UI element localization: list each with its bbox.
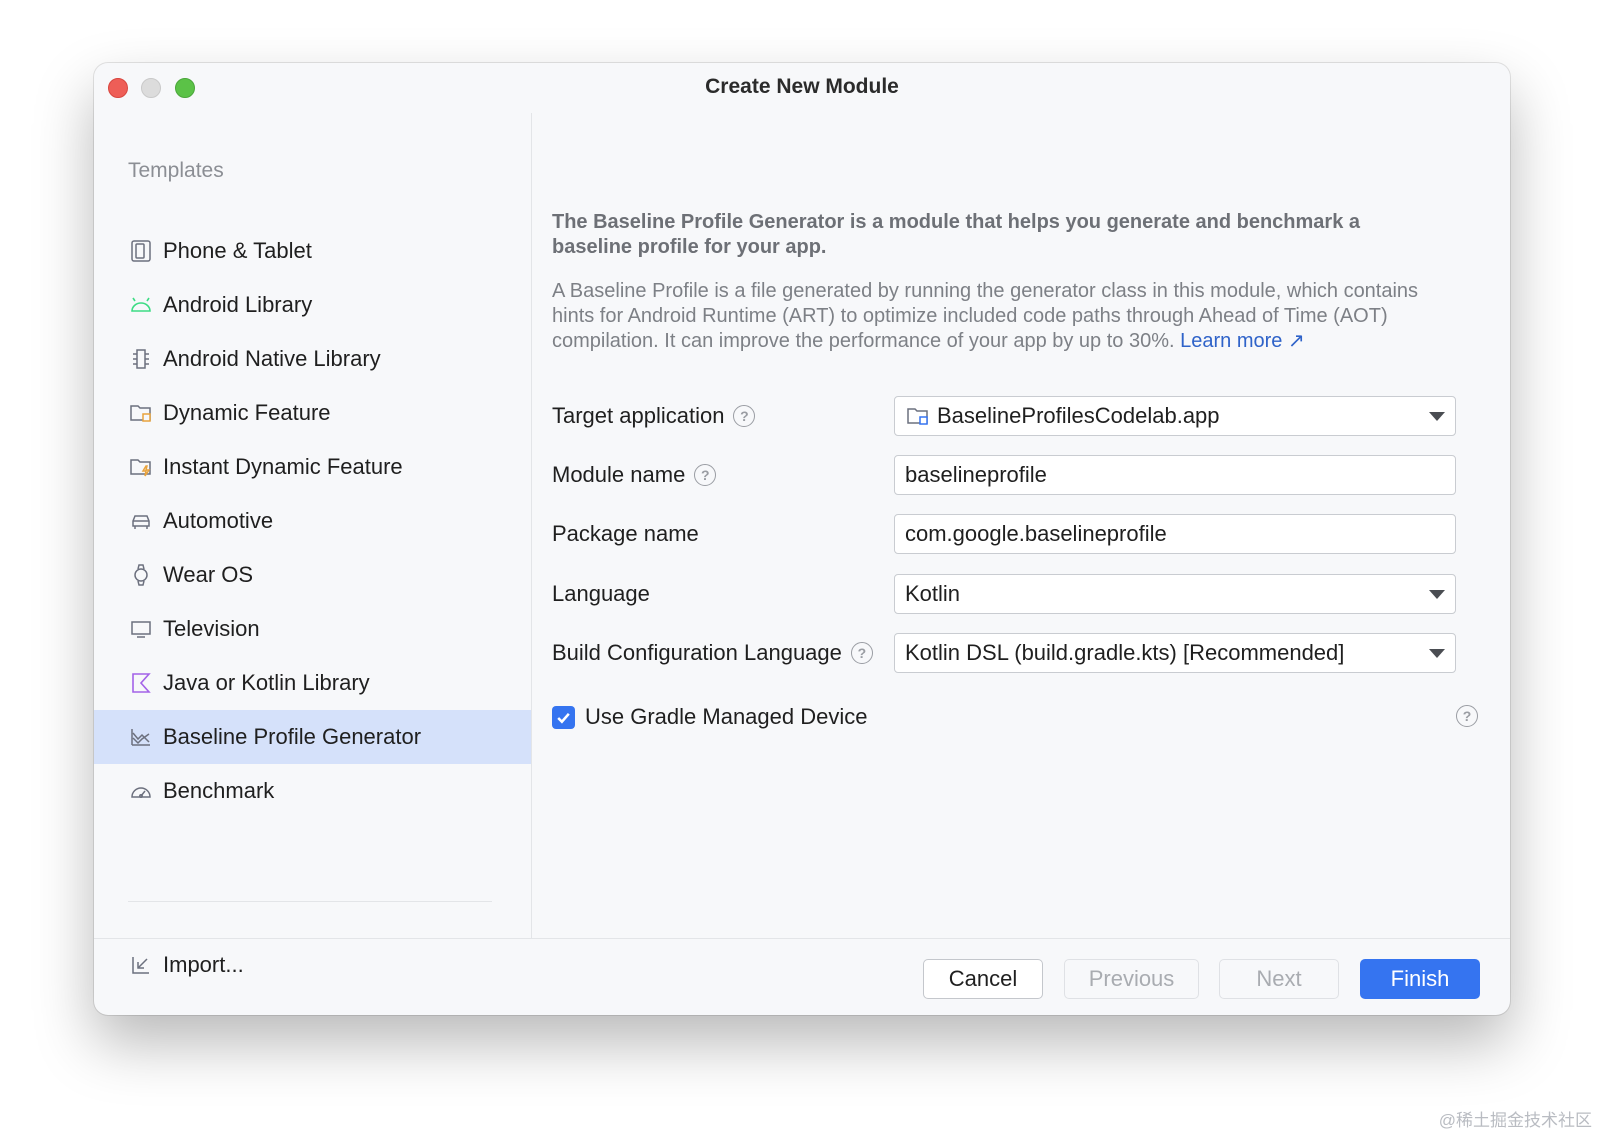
baseline-chart-icon bbox=[128, 724, 154, 750]
templates-heading: Templates bbox=[128, 159, 224, 182]
tv-icon bbox=[128, 616, 154, 642]
instant-feature-folder-icon bbox=[128, 454, 154, 480]
language-value: Kotlin bbox=[905, 581, 961, 606]
target-application-dropdown[interactable]: BaselineProfilesCodelab.app bbox=[894, 396, 1456, 436]
gradle-managed-device-label: Use Gradle Managed Device bbox=[585, 704, 868, 729]
gradle-managed-device-row[interactable]: Use Gradle Managed Device bbox=[552, 697, 867, 737]
window-title: Create New Module bbox=[705, 75, 899, 98]
learn-more-link[interactable]: Learn more ↗ bbox=[1180, 330, 1305, 352]
template-label: Android Native Library bbox=[163, 346, 381, 371]
chevron-down-icon bbox=[1429, 590, 1445, 599]
template-television[interactable]: Television bbox=[94, 602, 531, 656]
package-name-field[interactable] bbox=[894, 514, 1456, 554]
car-icon bbox=[128, 508, 154, 534]
build-config-language-value: Kotlin DSL (build.gradle.kts) [Recommend… bbox=[905, 640, 1345, 665]
template-label: Phone & Tablet bbox=[163, 238, 312, 263]
watermark: @稀土掘金技术社区 bbox=[1438, 1111, 1592, 1130]
chevron-down-icon bbox=[1429, 412, 1445, 421]
template-label: Automotive bbox=[163, 508, 274, 533]
template-label: Wear OS bbox=[163, 562, 254, 587]
target-application-text: Target application bbox=[552, 403, 725, 428]
cancel-button[interactable]: Cancel bbox=[923, 959, 1043, 999]
help-icon[interactable]: ? bbox=[850, 642, 873, 664]
kotlin-icon bbox=[128, 670, 154, 696]
dialog-footer: Cancel Previous Next Finish bbox=[94, 938, 1510, 1015]
language-label: Language bbox=[552, 581, 650, 606]
help-icon[interactable]: ? bbox=[694, 464, 717, 486]
watch-icon bbox=[128, 562, 154, 588]
template-label: Baseline Profile Generator bbox=[163, 724, 422, 749]
module-description: A Baseline Profile is a file generated b… bbox=[552, 279, 1432, 354]
build-config-language-text: Build Configuration Language bbox=[552, 640, 842, 665]
module-summary: The Baseline Profile Generator is a modu… bbox=[552, 211, 1361, 258]
template-label: Instant Dynamic Feature bbox=[163, 454, 403, 479]
package-name-label: Package name bbox=[552, 521, 699, 546]
module-name-input[interactable] bbox=[905, 462, 1455, 488]
template-wear-os[interactable]: Wear OS bbox=[94, 548, 531, 602]
title-bar: Create New Module bbox=[94, 63, 1510, 113]
template-label: Android Library bbox=[163, 292, 313, 317]
target-application-value: BaselineProfilesCodelab.app bbox=[937, 403, 1220, 428]
external-link-icon: ↗ bbox=[1287, 330, 1305, 352]
module-folder-icon bbox=[905, 403, 931, 429]
gauge-icon bbox=[128, 778, 154, 804]
next-button[interactable]: Next bbox=[1219, 959, 1339, 999]
dynamic-feature-folder-icon bbox=[128, 400, 154, 426]
template-dynamic-feature[interactable]: Dynamic Feature bbox=[94, 386, 531, 440]
help-icon[interactable]: ? bbox=[1456, 705, 1478, 727]
create-new-module-dialog: Create New Module Templates Phone & Tabl… bbox=[94, 63, 1510, 1015]
target-application-label: Target application ? bbox=[552, 396, 756, 436]
finish-button[interactable]: Finish bbox=[1360, 959, 1480, 999]
learn-more-label: Learn more bbox=[1180, 330, 1283, 352]
template-label: Television bbox=[163, 616, 260, 641]
native-chip-icon bbox=[128, 346, 154, 372]
template-automotive[interactable]: Automotive bbox=[94, 494, 531, 548]
help-icon[interactable]: ? bbox=[733, 405, 756, 427]
template-label: Benchmark bbox=[163, 778, 275, 803]
template-baseline-profile-generator[interactable]: Baseline Profile Generator bbox=[94, 710, 531, 764]
gradle-managed-device-checkbox[interactable] bbox=[552, 705, 575, 729]
sidebar-divider bbox=[128, 901, 492, 902]
template-benchmark[interactable]: Benchmark bbox=[94, 764, 531, 818]
phone-tablet-icon bbox=[128, 238, 154, 264]
template-android-library[interactable]: Android Library bbox=[94, 278, 531, 332]
chevron-down-icon bbox=[1429, 649, 1445, 658]
language-dropdown[interactable]: Kotlin bbox=[894, 574, 1456, 614]
module-name-text: Module name bbox=[552, 462, 686, 487]
build-config-language-dropdown[interactable]: Kotlin DSL (build.gradle.kts) [Recommend… bbox=[894, 633, 1456, 673]
template-phone-tablet[interactable]: Phone & Tablet bbox=[94, 224, 531, 278]
module-config-panel: The Baseline Profile Generator is a modu… bbox=[532, 113, 1510, 938]
previous-button[interactable]: Previous bbox=[1064, 959, 1199, 999]
module-name-label: Module name ? bbox=[552, 455, 717, 495]
template-java-kotlin-library[interactable]: Java or Kotlin Library bbox=[94, 656, 531, 710]
module-name-field[interactable] bbox=[894, 455, 1456, 495]
templates-list: Phone & Tablet Android Library Android N… bbox=[94, 224, 531, 818]
build-config-language-label: Build Configuration Language ? bbox=[552, 633, 873, 673]
package-name-input[interactable] bbox=[905, 521, 1455, 547]
template-instant-dynamic-feature[interactable]: Instant Dynamic Feature bbox=[94, 440, 531, 494]
template-label: Dynamic Feature bbox=[163, 400, 331, 425]
android-icon bbox=[128, 292, 154, 318]
template-label: Java or Kotlin Library bbox=[163, 670, 370, 695]
template-android-native-library[interactable]: Android Native Library bbox=[94, 332, 531, 386]
